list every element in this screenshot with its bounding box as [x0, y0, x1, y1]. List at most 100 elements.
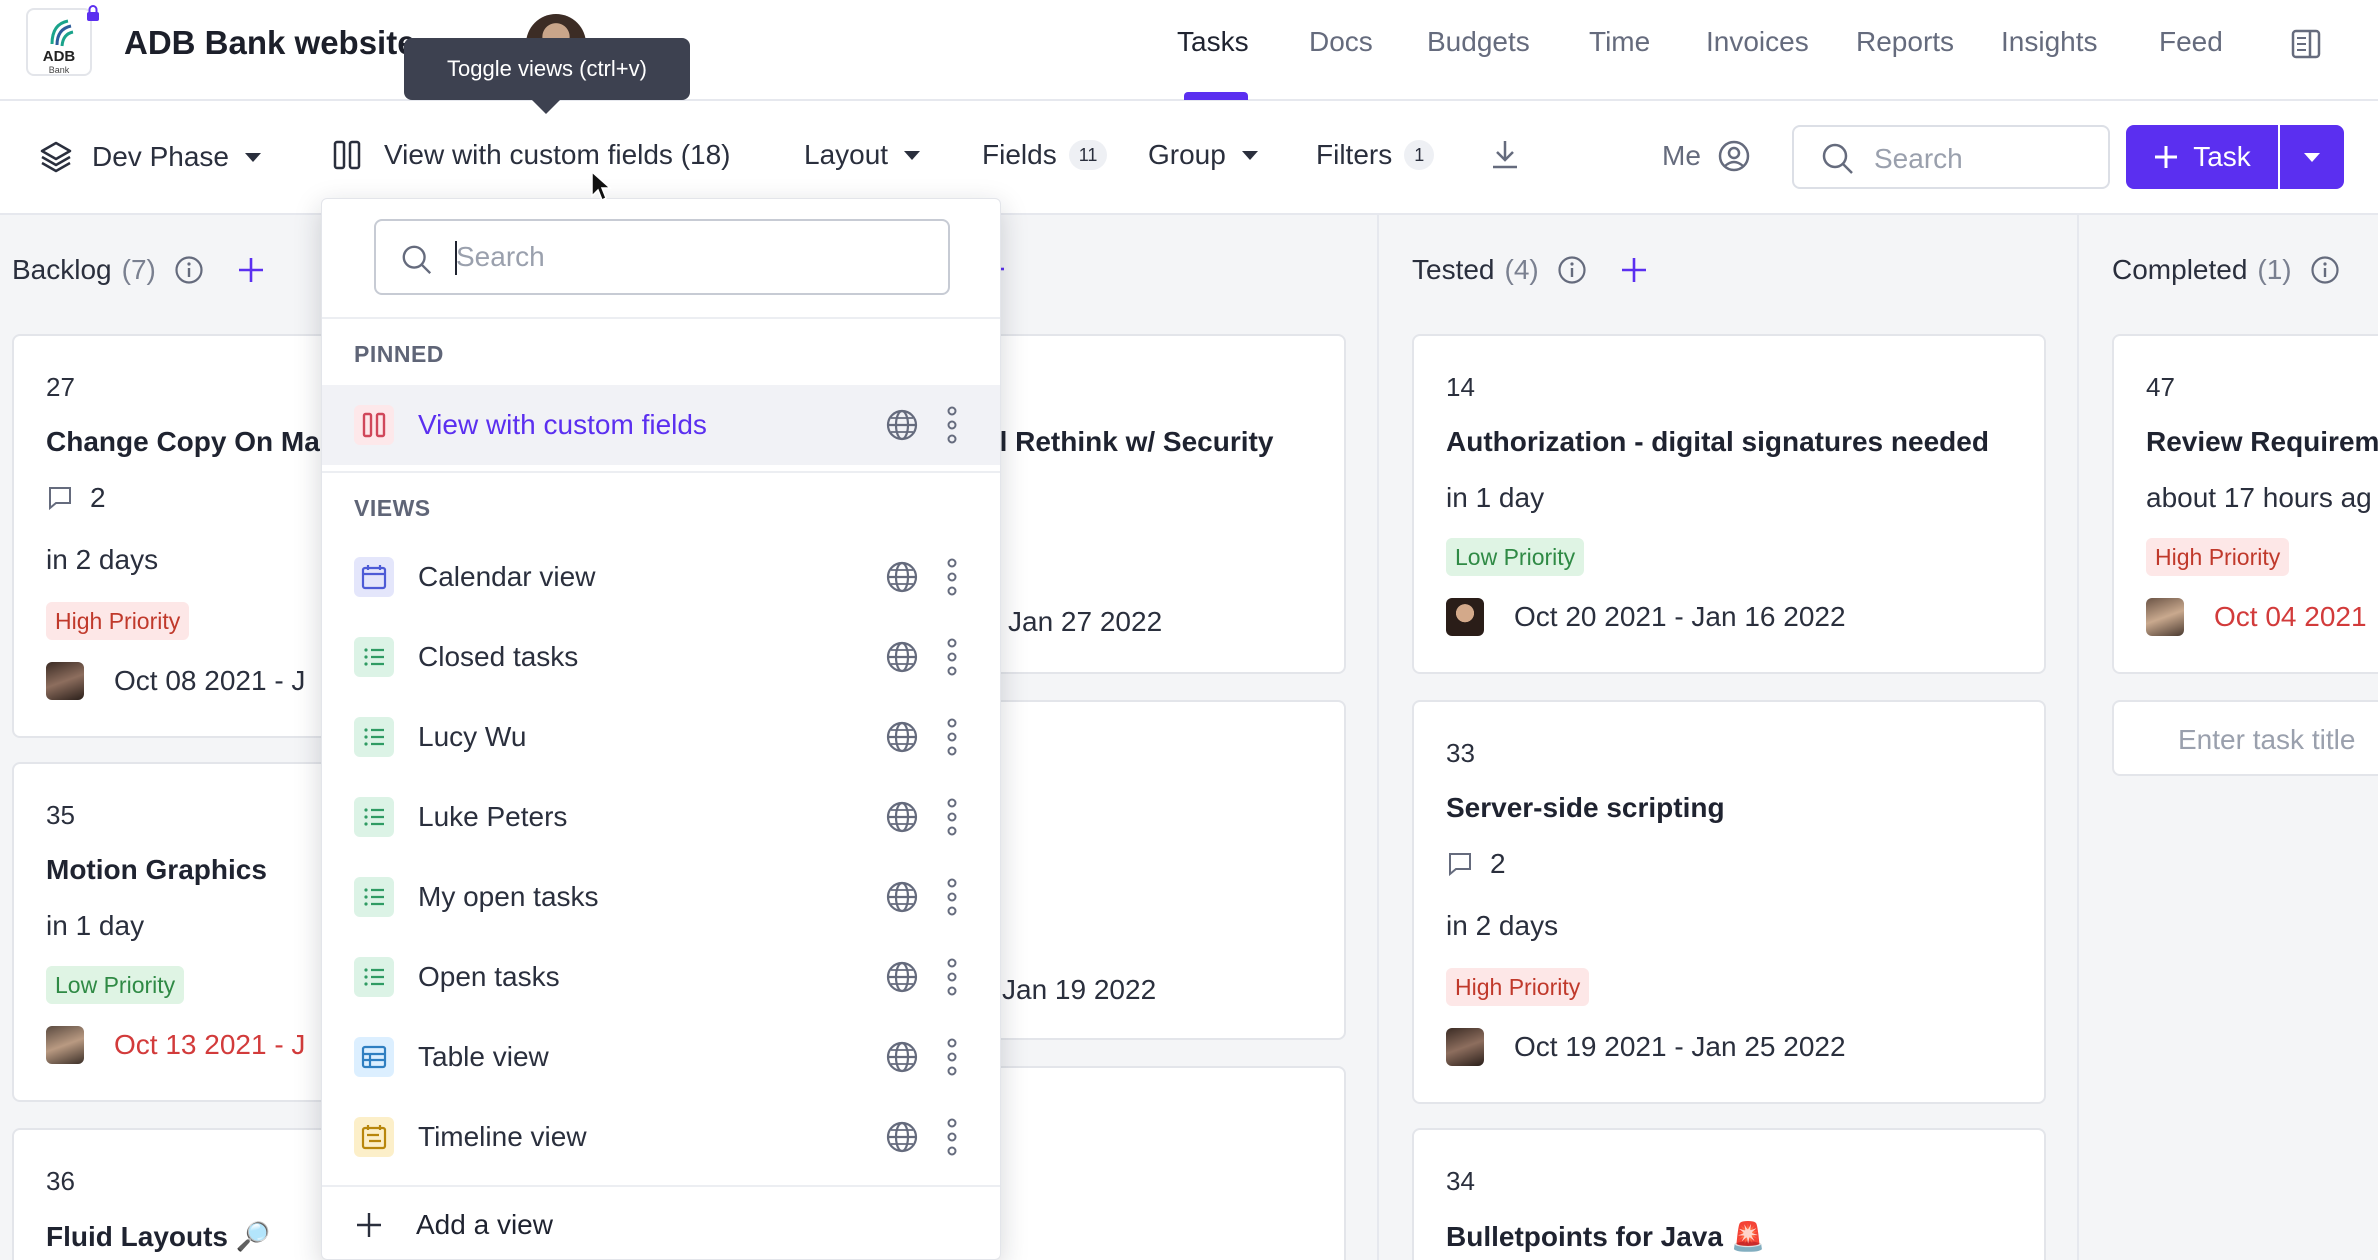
- view-item-open-tasks[interactable]: Open tasks: [322, 937, 1000, 1017]
- lock-icon: [87, 5, 99, 21]
- task-due: in 1 day: [1446, 482, 1545, 513]
- view-item-closed-tasks[interactable]: Closed tasks: [322, 617, 1000, 697]
- nav-budgets[interactable]: Budgets: [1427, 26, 1530, 58]
- fields-menu[interactable]: Fields 11: [982, 139, 1108, 171]
- download-button[interactable]: [1488, 137, 1522, 171]
- active-tab-indicator: [1184, 92, 1248, 100]
- nav-time[interactable]: Time: [1589, 26, 1650, 58]
- nav-feed[interactable]: Feed: [2159, 26, 2223, 58]
- globe-icon[interactable]: [884, 799, 920, 835]
- task-title: Motion Graphics: [46, 854, 267, 885]
- phase-selector[interactable]: Dev Phase: [38, 139, 261, 175]
- task-title: Change Copy On Ma: [46, 426, 320, 457]
- plus-icon: [2155, 146, 2178, 168]
- column-name: Backlog: [12, 254, 112, 285]
- view-item-lucy-wu[interactable]: Lucy Wu: [322, 697, 1000, 777]
- view-item-luke-peters[interactable]: Luke Peters: [322, 777, 1000, 857]
- comment-icon: [1449, 853, 1471, 877]
- filters-count-badge: 1: [1404, 140, 1435, 170]
- project-logo[interactable]: ADB Bank: [26, 5, 99, 76]
- nav-reports[interactable]: Reports: [1856, 26, 1954, 58]
- more-options-icon[interactable]: [946, 637, 958, 677]
- priority-badge: High Priority: [2146, 538, 2290, 576]
- task-number: 47: [2146, 372, 2175, 402]
- view-item-timeline[interactable]: Timeline view: [322, 1097, 1000, 1177]
- task-card[interactable]: 47 Review Requireme about 17 hours ag Hi…: [2112, 334, 2378, 674]
- task-due: in 2 days: [46, 544, 159, 575]
- view-item-table[interactable]: Table view: [322, 1017, 1000, 1097]
- globe-icon[interactable]: [884, 879, 920, 915]
- view-item-my-open-tasks[interactable]: My open tasks: [322, 857, 1000, 937]
- more-options-icon[interactable]: [946, 405, 958, 445]
- task-date-range: Oct 04 2021: [2214, 601, 2367, 632]
- task-dates: Oct 13 2021 - J: [46, 1026, 305, 1064]
- globe-icon[interactable]: [884, 719, 920, 755]
- more-options-icon[interactable]: [946, 717, 958, 757]
- comment-icon: [49, 487, 71, 511]
- pinned-section-header: PINNED: [354, 341, 444, 367]
- more-options-icon[interactable]: [946, 557, 958, 597]
- app-root: ADB Bank ADB Bank website Tasks Docs Bud…: [0, 0, 2378, 1260]
- more-options-icon[interactable]: [946, 957, 958, 997]
- views-search-input[interactable]: Search: [374, 219, 950, 295]
- nav-tasks[interactable]: Tasks: [1177, 26, 1249, 58]
- add-card-plus-icon[interactable]: [236, 255, 266, 285]
- task-card[interactable]: 34 Bulletpoints for Java 🚨: [1412, 1128, 2046, 1260]
- chevron-down-icon: [1241, 150, 1258, 160]
- enter-task-title-input[interactable]: Enter task title: [2112, 700, 2378, 776]
- view-item-calendar[interactable]: Calendar view: [322, 537, 1000, 617]
- top-nav: ADB Bank ADB Bank website Tasks Docs Bud…: [0, 0, 2378, 101]
- task-card[interactable]: 36 Fluid Layouts 🔎: [12, 1128, 352, 1260]
- info-icon[interactable]: [1557, 255, 1587, 285]
- filters-menu[interactable]: Filters 1: [1316, 139, 1435, 171]
- task-date-range: Oct 08 2021 - J: [114, 665, 306, 696]
- task-button-label: Task: [2193, 141, 2251, 172]
- logo-subtext: Bank: [48, 65, 70, 75]
- add-task-button[interactable]: Task: [2126, 125, 2278, 189]
- add-card-plus-icon[interactable]: [1619, 255, 1649, 285]
- task-card[interactable]: 33 Server-side scripting 2 in 2 days Hig…: [1412, 700, 2046, 1104]
- project-title[interactable]: ADB Bank website: [124, 24, 416, 62]
- globe-icon[interactable]: [884, 1119, 920, 1155]
- more-options-icon[interactable]: [946, 1037, 958, 1077]
- add-view-label: Add a view: [416, 1209, 553, 1240]
- search-placeholder: Search: [1874, 143, 1963, 174]
- nav-insights[interactable]: Insights: [2001, 26, 2098, 58]
- more-options-icon[interactable]: [946, 1117, 958, 1157]
- me-filter[interactable]: Me: [1662, 139, 1751, 173]
- task-card[interactable]: 14 Authorization - digital signatures ne…: [1412, 334, 2046, 674]
- more-options-icon[interactable]: [946, 877, 958, 917]
- task-number: 14: [1446, 372, 1475, 402]
- columns-icon: [333, 140, 361, 170]
- mouse-cursor-icon: [591, 170, 612, 202]
- globe-icon[interactable]: [884, 407, 920, 443]
- table-icon: [354, 1037, 394, 1077]
- list-icon: [354, 877, 394, 917]
- priority-badge: High Priority: [1446, 968, 1590, 1006]
- comment-count-value: 2: [1490, 848, 1506, 879]
- view-switcher[interactable]: View with custom fields (18): [332, 139, 731, 171]
- info-icon[interactable]: [174, 255, 204, 285]
- more-options-icon[interactable]: [946, 797, 958, 837]
- task-card[interactable]: 35 Motion Graphics in 1 day Low Priority…: [12, 762, 352, 1102]
- task-date-range: Oct 20 2021 - Jan 16 2022: [1514, 601, 1846, 632]
- calendar-icon: [354, 557, 394, 597]
- divider: [322, 317, 1000, 319]
- globe-icon[interactable]: [884, 1039, 920, 1075]
- side-panel-icon[interactable]: [2290, 28, 2322, 60]
- globe-icon[interactable]: [884, 639, 920, 675]
- nav-docs[interactable]: Docs: [1309, 26, 1373, 58]
- priority-badge: Low Priority: [46, 966, 185, 1004]
- task-card[interactable]: 27 Change Copy On Ma 2 in 2 days High Pr…: [12, 334, 352, 738]
- board-search-input[interactable]: Search: [1792, 125, 2110, 189]
- nav-invoices[interactable]: Invoices: [1706, 26, 1809, 58]
- view-item-pinned[interactable]: View with custom fields: [322, 385, 1000, 465]
- group-menu[interactable]: Group: [1148, 139, 1258, 171]
- add-view-button[interactable]: Add a view: [354, 1209, 553, 1241]
- chevron-down-icon: [244, 152, 261, 162]
- globe-icon[interactable]: [884, 959, 920, 995]
- layout-menu[interactable]: Layout: [804, 139, 921, 171]
- info-icon[interactable]: [2310, 255, 2340, 285]
- globe-icon[interactable]: [884, 559, 920, 595]
- add-task-dropdown-button[interactable]: [2280, 125, 2344, 189]
